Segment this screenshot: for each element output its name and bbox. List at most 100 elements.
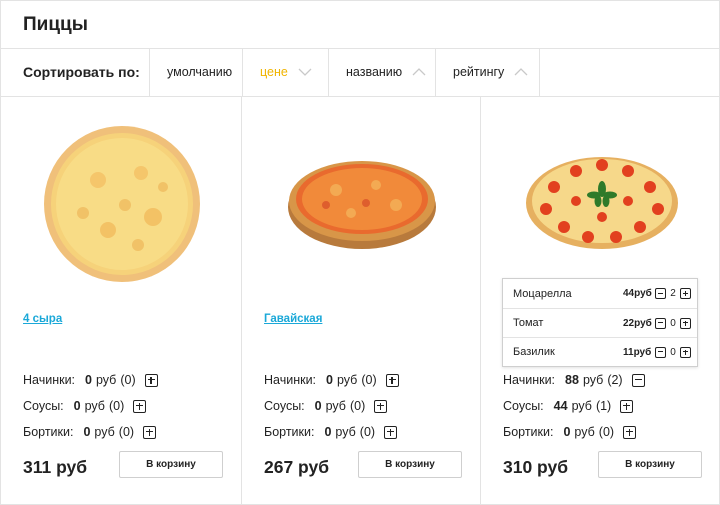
increase-icon[interactable] xyxy=(680,346,691,358)
chevron-down-icon xyxy=(297,66,313,78)
topping-row: Базилик 11руб 0 xyxy=(503,337,697,366)
topping-name: Моцарелла xyxy=(513,287,572,300)
pizza-four-cheese-image[interactable] xyxy=(43,125,201,283)
sauces-count: (1) xyxy=(595,399,612,413)
product-card-four-cheese: 4 сыра Начинки: 0 руб (0) Соусы: 0 руб (… xyxy=(1,97,242,505)
topping-qty-stepper: 2 xyxy=(655,288,691,299)
sort-option-name[interactable]: названию xyxy=(328,48,435,96)
product-name-link[interactable]: 4 сыра xyxy=(23,313,62,325)
sort-option-price[interactable]: цене xyxy=(242,48,328,96)
increase-icon[interactable] xyxy=(680,317,691,329)
add-sauces-icon[interactable] xyxy=(374,399,388,413)
sauces-unit: руб xyxy=(571,399,592,413)
toppings-count: (2) xyxy=(607,373,623,387)
toppings-unit: руб xyxy=(582,373,604,387)
add-crusts-icon[interactable] xyxy=(143,425,157,439)
topping-qty-stepper: 0 xyxy=(655,346,691,358)
sort-option-rating[interactable]: рейтингу xyxy=(435,48,540,96)
topping-qty: 0 xyxy=(670,346,676,358)
toppings-count: (0) xyxy=(120,373,136,387)
sauces-price: 44 xyxy=(553,399,568,413)
sort-label: Сортировать по: xyxy=(23,64,140,80)
decrease-icon[interactable] xyxy=(655,346,666,358)
pizza-catalog-page: Пиццы Сортировать по: умолчанию цене наз… xyxy=(0,0,720,505)
sort-bar: Сортировать по: умолчанию цене названию … xyxy=(1,48,720,97)
sort-option-default[interactable]: умолчанию xyxy=(149,48,242,96)
sauces-label: Соусы: xyxy=(23,399,64,413)
product-name-link[interactable]: Гавайская xyxy=(264,313,322,325)
toppings-row: Начинки: 88 руб (2) xyxy=(503,373,645,387)
toppings-price: 88 xyxy=(565,373,579,387)
pizza-margherita-image[interactable] xyxy=(524,151,680,251)
crusts-row: Бортики: 0 руб (0) xyxy=(23,425,157,439)
toppings-count: (0) xyxy=(361,373,377,387)
add-sauces-icon[interactable] xyxy=(133,399,147,413)
crusts-unit: руб xyxy=(574,425,595,439)
topping-row: Томат 22руб 0 xyxy=(503,308,697,337)
chevron-up-icon xyxy=(411,66,427,78)
sauces-row: Соусы: 44 руб (1) xyxy=(503,399,634,413)
toppings-label: Начинки: xyxy=(264,373,317,387)
sauces-price: 0 xyxy=(314,399,322,413)
topping-price: 44руб xyxy=(623,288,652,299)
chevron-up-icon xyxy=(513,66,529,78)
sauces-price: 0 xyxy=(73,399,81,413)
sauces-unit: руб xyxy=(325,399,346,413)
topping-price: 11руб xyxy=(623,346,652,358)
crusts-label: Бортики: xyxy=(264,425,315,439)
increase-icon[interactable] xyxy=(680,288,691,299)
page-title: Пиццы xyxy=(23,14,88,35)
crusts-count: (0) xyxy=(359,425,376,439)
crusts-label: Бортики: xyxy=(23,425,74,439)
toppings-price: 0 xyxy=(85,373,92,387)
add-to-cart-button[interactable]: В корзину xyxy=(598,451,702,478)
add-sauces-icon[interactable] xyxy=(620,399,634,413)
sort-option-label: цене xyxy=(260,65,288,79)
product-price: 310 руб xyxy=(503,457,569,477)
sort-option-label: умолчанию xyxy=(167,65,233,79)
sauces-count: (0) xyxy=(108,399,125,413)
add-toppings-icon[interactable] xyxy=(144,373,158,387)
crusts-row: Бортики: 0 руб (0) xyxy=(264,425,398,439)
add-crusts-icon[interactable] xyxy=(623,425,637,439)
toppings-unit: руб xyxy=(336,373,358,387)
product-price: 267 руб xyxy=(264,457,330,477)
toppings-price: 0 xyxy=(326,373,333,387)
add-to-cart-button[interactable]: В корзину xyxy=(358,451,462,478)
crusts-label: Бортики: xyxy=(503,425,554,439)
pizza-hawaiian-image[interactable] xyxy=(286,155,438,251)
sauces-count: (0) xyxy=(349,399,366,413)
add-crusts-icon[interactable] xyxy=(384,425,398,439)
toppings-popup: Моцарелла 44руб 2 Томат 22руб 0 Базилик … xyxy=(502,278,698,367)
toppings-unit: руб xyxy=(95,373,117,387)
topping-qty: 2 xyxy=(670,288,676,299)
decrease-icon[interactable] xyxy=(655,288,666,299)
crusts-price: 0 xyxy=(83,425,91,439)
sauces-label: Соусы: xyxy=(503,399,544,413)
sauces-row: Соусы: 0 руб (0) xyxy=(23,399,147,413)
add-to-cart-button[interactable]: В корзину xyxy=(119,451,223,478)
sauces-row: Соусы: 0 руб (0) xyxy=(264,399,388,413)
topping-row: Моцарелла 44руб 2 xyxy=(503,279,697,308)
toppings-label: Начинки: xyxy=(503,373,556,387)
crusts-unit: руб xyxy=(335,425,356,439)
crusts-count: (0) xyxy=(118,425,135,439)
sauces-unit: руб xyxy=(84,399,105,413)
topping-qty-stepper: 0 xyxy=(655,317,691,329)
crusts-count: (0) xyxy=(598,425,615,439)
collapse-toppings-icon[interactable] xyxy=(631,373,645,387)
topping-name: Томат xyxy=(513,317,544,329)
crusts-unit: руб xyxy=(94,425,115,439)
sauces-label: Соусы: xyxy=(264,399,305,413)
topping-qty: 0 xyxy=(670,317,676,329)
toppings-row: Начинки: 0 руб (0) xyxy=(23,373,158,387)
sort-option-label: названию xyxy=(346,65,403,79)
product-price: 311 руб xyxy=(23,457,88,477)
product-card-hawaiian: Гавайская Начинки: 0 руб (0) Соусы: 0 ру… xyxy=(241,97,481,505)
crusts-row: Бортики: 0 руб (0) xyxy=(503,425,637,439)
topping-price: 22руб xyxy=(623,317,652,329)
toppings-label: Начинки: xyxy=(23,373,76,387)
crusts-price: 0 xyxy=(563,425,571,439)
add-toppings-icon[interactable] xyxy=(385,373,399,387)
decrease-icon[interactable] xyxy=(655,317,666,329)
